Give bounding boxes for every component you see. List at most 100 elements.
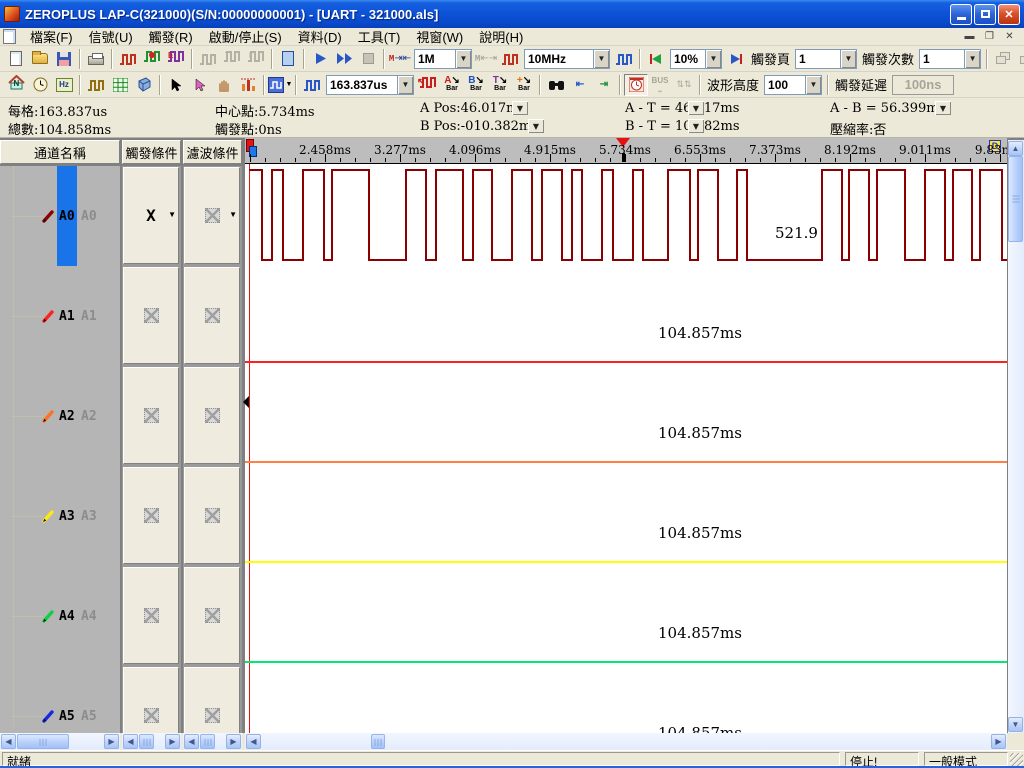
listing-view-button[interactable] <box>108 74 132 96</box>
a3-waveform-line[interactable] <box>245 561 1007 563</box>
vertical-scroll-thumb[interactable] <box>1008 156 1023 242</box>
trigger-condition-cell-a1[interactable] <box>123 267 179 364</box>
navigator-button[interactable] <box>132 74 156 96</box>
waveform-pane-scrollbar[interactable]: ◀▶ <box>245 733 1007 750</box>
memory-goto-button[interactable]: M⇥⇤ <box>388 48 412 70</box>
menu-item-0[interactable]: 檔案(F) <box>22 29 81 46</box>
filter-condition-cell-a2[interactable] <box>184 367 240 464</box>
filter-condition-cell-a5[interactable] <box>184 667 240 733</box>
close-button[interactable]: ✕ <box>998 4 1020 25</box>
bar-chart-button[interactable] <box>236 74 260 96</box>
channel-pane-scrollbar[interactable]: ◀▶ <box>0 733 120 750</box>
stop-acquire-button[interactable] <box>356 48 380 70</box>
filter-dropdown-arrow[interactable]: ▼ <box>229 210 237 219</box>
trigger-pane-scrollbar[interactable]: ◀▶ <box>122 733 181 750</box>
scroll-down-button[interactable]: ▼ <box>1008 717 1023 732</box>
frequency-view-button[interactable]: Hz <box>52 74 76 96</box>
menu-item-3[interactable]: 啟動/停止(S) <box>201 29 290 46</box>
prev-page-button[interactable] <box>644 48 668 70</box>
channel-row-a1[interactable]: A1 A1 <box>0 266 120 366</box>
wave-blue-button[interactable] <box>612 48 636 70</box>
wave-height-select-dropdown-button[interactable]: ▼ <box>805 76 821 94</box>
hand-tool-button[interactable] <box>212 74 236 96</box>
noise-filter-button[interactable] <box>624 74 648 96</box>
channel-name-label[interactable]: A0 <box>59 209 75 224</box>
trigger-page-select[interactable]: 1▼ <box>795 49 857 69</box>
stack-gray-2-button[interactable] <box>1015 48 1024 70</box>
vertical-scrollbar[interactable]: ▲ ▼ <box>1008 140 1024 733</box>
mdi-restore-button[interactable]: ❐ <box>981 30 998 44</box>
b-minus-t-dropdown[interactable]: ▼ <box>688 119 704 133</box>
memory-gray-button[interactable]: M⇤⇥ <box>474 48 498 70</box>
open-file-button[interactable] <box>28 48 52 70</box>
clock-view-button[interactable] <box>28 74 52 96</box>
wave-height-select[interactable]: 100▼ <box>764 75 822 95</box>
horizontal-scroll-thumb[interactable] <box>17 734 69 749</box>
b-bar-button[interactable]: B↘Bar <box>464 74 488 96</box>
menu-item-5[interactable]: 工具(T) <box>350 29 409 46</box>
goto-next-edge-button[interactable]: ⇥ <box>592 74 616 96</box>
filter-condition-cell-a3[interactable] <box>184 467 240 564</box>
stack-gray-1-button[interactable] <box>991 48 1015 70</box>
scroll-up-button[interactable]: ▲ <box>1008 141 1023 156</box>
select-cursor-button[interactable] <box>164 74 188 96</box>
display-ratio-select[interactable]: 10%▼ <box>670 49 722 69</box>
minimize-button[interactable] <box>950 4 972 25</box>
a-pos-dropdown[interactable]: ▼ <box>512 101 528 115</box>
trigger-condition-cell-a3[interactable] <box>123 467 179 564</box>
trigger-condition-cell-a5[interactable] <box>123 667 179 733</box>
module-window-button[interactable] <box>276 48 300 70</box>
horizontal-scroll-thumb[interactable] <box>200 734 215 749</box>
sync-gray-button[interactable]: ⇅⇅ <box>672 74 696 96</box>
channel-name-label[interactable]: A3 <box>59 509 75 524</box>
memory-depth-select-dropdown-button[interactable]: ▼ <box>455 50 471 68</box>
sample-rate-select-dropdown-button[interactable]: ▼ <box>593 50 609 68</box>
channel-row-a3[interactable]: A3 A3 <box>0 466 120 566</box>
trigger-condition-cell-a2[interactable] <box>123 367 179 464</box>
time-division-select-dropdown-button[interactable]: ▼ <box>397 76 413 94</box>
a1-waveform-line[interactable] <box>245 361 1007 363</box>
pane-splitter-arrow-icon[interactable] <box>243 396 249 408</box>
scroll-right-button[interactable]: ▶ <box>165 734 180 749</box>
a2-waveform-line[interactable] <box>245 461 1007 463</box>
title-bar[interactable]: ZEROPLUS LAP-C(321000)(S/N:00000000001) … <box>0 0 1024 28</box>
a-minus-t-dropdown[interactable]: ▼ <box>688 101 704 115</box>
mdi-minimize-button[interactable]: ▬ <box>961 30 978 44</box>
menu-item-4[interactable]: 資料(D) <box>290 29 350 46</box>
sampling-setup-button[interactable] <box>116 48 140 70</box>
maximize-button[interactable] <box>974 4 996 25</box>
print-button[interactable] <box>84 48 108 70</box>
run-button[interactable] <box>308 48 332 70</box>
trigger-page-select-dropdown-button[interactable]: ▼ <box>840 50 856 68</box>
waveform-pane[interactable]: D 2.458ms3.277ms4.096ms4.915ms5.734ms6.5… <box>245 138 1007 733</box>
channel-row-a0[interactable]: A0 A0 <box>0 166 120 266</box>
wave-mode-dropdown-button[interactable]: ▼ <box>268 74 292 96</box>
find-button[interactable] <box>544 74 568 96</box>
menu-item-2[interactable]: 觸發(R) <box>141 29 201 46</box>
repeat-run-button[interactable] <box>332 48 356 70</box>
a-minus-b-dropdown[interactable]: ▼ <box>935 101 951 115</box>
channel-row-a2[interactable]: A2 A2 <box>0 366 120 466</box>
resize-grip[interactable] <box>1010 753 1023 766</box>
note-cursor-button[interactable] <box>188 74 212 96</box>
pointer-wave-button[interactable]: ↖ <box>416 74 440 96</box>
sample-rate-select[interactable]: 10MHz▼ <box>524 49 610 69</box>
goto-prev-edge-button[interactable]: ⇤ <box>568 74 592 96</box>
a0-waveform[interactable] <box>245 164 1007 264</box>
add-bar-button[interactable]: +↘Bar <box>512 74 536 96</box>
menu-item-1[interactable]: 信號(U) <box>81 29 141 46</box>
bus-edit-button[interactable]: E <box>164 48 188 70</box>
trigger-mark-button[interactable] <box>140 48 164 70</box>
menu-item-6[interactable]: 視窗(W) <box>408 29 471 46</box>
horizontal-scroll-thumb[interactable] <box>139 734 154 749</box>
home-view-button[interactable]: N <box>4 74 28 96</box>
mdi-close-button[interactable]: ✕ <box>1001 30 1018 44</box>
scroll-right-button[interactable]: ▶ <box>991 734 1006 749</box>
wave-red-button[interactable] <box>498 48 522 70</box>
menu-item-7[interactable]: 說明(H) <box>471 29 531 46</box>
channel-name-label[interactable]: A4 <box>59 609 75 624</box>
document-icon[interactable] <box>3 29 16 44</box>
trigger-condition-cell-a0[interactable]: X▼ <box>123 167 179 264</box>
b-pos-dropdown[interactable]: ▼ <box>528 119 544 133</box>
scroll-left-button[interactable]: ◀ <box>246 734 261 749</box>
